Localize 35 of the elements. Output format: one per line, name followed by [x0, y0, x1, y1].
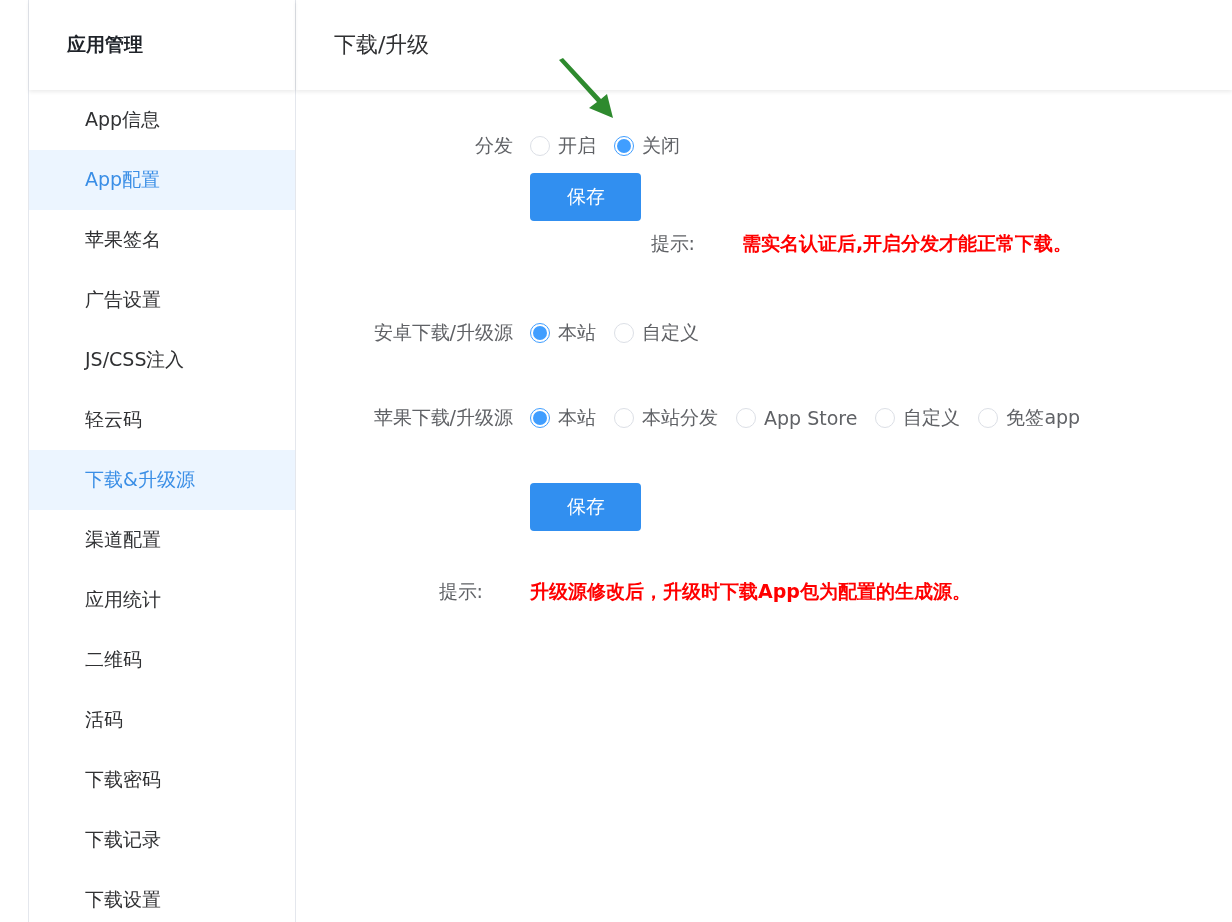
- radio-option[interactable]: 开启: [530, 133, 596, 159]
- sidebar-item[interactable]: 广告设置: [29, 270, 295, 330]
- radio-option[interactable]: 自定义: [875, 405, 961, 431]
- radio-button[interactable]: [530, 408, 550, 428]
- save-button[interactable]: 保存: [530, 483, 641, 531]
- radio-option[interactable]: 本站: [530, 320, 596, 346]
- sidebar-item[interactable]: 苹果签名: [29, 210, 295, 270]
- tip-label: 提示:: [650, 231, 696, 256]
- sidebar-item[interactable]: App信息: [29, 90, 295, 150]
- field-label: 苹果下载/升级源: [373, 405, 513, 430]
- save-button[interactable]: 保存: [530, 173, 641, 221]
- field-label: 分发: [475, 133, 513, 158]
- sidebar-item[interactable]: 下载记录: [29, 810, 295, 870]
- tip-text: 需实名认证后,开启分发才能正常下载。: [742, 231, 1074, 256]
- sidebar-item[interactable]: 下载设置: [29, 870, 295, 922]
- radio-option[interactable]: 免签app: [978, 405, 1081, 431]
- sidebar-item[interactable]: JS/CSS注入: [29, 330, 295, 390]
- sidebar-item[interactable]: 应用统计: [29, 570, 295, 630]
- page-title: 下载/升级: [296, 0, 1232, 90]
- sidebar-item[interactable]: 活码: [29, 690, 295, 750]
- radio-option[interactable]: 本站: [530, 405, 596, 431]
- sidebar-item[interactable]: 轻云码: [29, 390, 295, 450]
- sidebar-item[interactable]: 下载密码: [29, 750, 295, 810]
- tip-text: 升级源修改后，升级时下载App包为配置的生成源。: [530, 579, 972, 604]
- radio-option[interactable]: 关闭: [614, 133, 680, 159]
- radio-option[interactable]: App Store: [736, 407, 858, 429]
- sidebar-item[interactable]: 渠道配置: [29, 510, 295, 570]
- sidebar-item[interactable]: 二维码: [29, 630, 295, 690]
- radio-button[interactable]: [530, 323, 550, 343]
- sidebar-title: 应用管理: [29, 0, 295, 90]
- field-label: 安卓下载/升级源: [373, 320, 513, 345]
- radio-option[interactable]: 本站分发: [614, 405, 718, 431]
- radio-option[interactable]: 自定义: [614, 320, 699, 346]
- radio-button[interactable]: [614, 136, 634, 156]
- tip-label: 提示:: [438, 579, 484, 604]
